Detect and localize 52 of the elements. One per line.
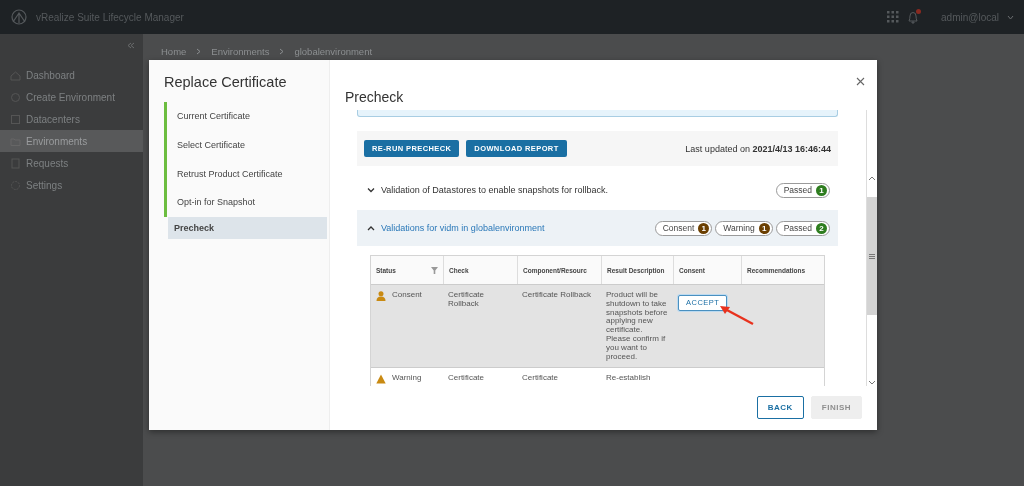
table-cell-text: Product will be shutdown to take snapshots before applying new certificate. Please confirm if you want to proceed. xyxy=(605,289,669,363)
page-heading: Precheck xyxy=(345,89,405,105)
grip-icon xyxy=(869,253,875,259)
status-badge: Passed 1 xyxy=(775,182,830,198)
home-icon xyxy=(10,69,21,81)
sidebar-item[interactable]: Requests xyxy=(0,152,143,174)
section-header[interactable]: Validation of Datastores to enable snapshots for rollback. Passed 1 xyxy=(357,175,838,205)
close-button[interactable] xyxy=(854,75,867,88)
last-updated-text: Last updated on 2021/4/13 16:46:44 xyxy=(685,143,831,154)
logo-icon xyxy=(10,9,28,25)
chevron-right-icon xyxy=(196,48,202,55)
caret-down-icon xyxy=(1007,14,1014,20)
section-header[interactable]: Validations for vidm in globalenvironment Consent 1 Warning 1 Passed 2 xyxy=(357,210,838,246)
count-dot: 1 xyxy=(698,222,710,234)
count-dot: 2 xyxy=(816,222,827,234)
wizard-step[interactable]: Retrust Product Certificate xyxy=(164,159,327,189)
status-badge: Consent 1 xyxy=(654,220,713,236)
person-icon xyxy=(376,291,386,301)
table-cell-text: Certificate xyxy=(447,372,485,385)
table-row[interactable]: Warning Certificate Certificate Re-establish xyxy=(371,368,824,386)
count-dot: 1 xyxy=(758,222,770,234)
sidebar-item[interactable]: Create Environment xyxy=(0,86,143,108)
scroll-down-icon xyxy=(868,379,876,386)
wizard-step[interactable]: Current Certificate xyxy=(164,102,327,131)
chevron-up-icon xyxy=(367,225,375,231)
warning-icon xyxy=(376,374,386,385)
table-cell-text: Certificate Rollback xyxy=(521,289,592,301)
pointer-arrow xyxy=(719,304,755,326)
status-badge: Passed 2 xyxy=(775,220,830,236)
wizard-step[interactable]: Select Certificate xyxy=(164,130,327,160)
wizard-step[interactable]: Precheck xyxy=(168,216,327,239)
breadcrumb-link[interactable]: Home xyxy=(161,46,187,57)
table-cell-text: Re-establish xyxy=(605,372,652,385)
bell-icon xyxy=(907,10,920,24)
status-label: Consent xyxy=(392,291,422,300)
count-dot: 1 xyxy=(816,184,827,196)
table-cell-text: Certificate Rollback xyxy=(447,289,485,310)
status-badge: Warning 1 xyxy=(715,220,773,236)
status-label: Warning xyxy=(392,374,422,384)
filter-icon xyxy=(431,266,438,274)
close-icon xyxy=(856,77,865,86)
table-cell-text: Certificate xyxy=(521,372,559,385)
modal-title: Replace Certificate xyxy=(164,74,288,90)
sidebar-item[interactable]: Datacenters xyxy=(0,108,143,130)
collapse-icon xyxy=(127,42,135,49)
chevron-down-icon xyxy=(367,187,375,193)
scroll-up-icon xyxy=(868,174,876,181)
chevron-right-icon xyxy=(279,48,285,55)
footer-button[interactable]: BACK xyxy=(756,396,804,419)
sidebar-item[interactable]: Dashboard xyxy=(0,64,143,86)
sidebar-item[interactable]: Settings xyxy=(0,174,143,196)
apps-grid-icon xyxy=(887,11,900,23)
